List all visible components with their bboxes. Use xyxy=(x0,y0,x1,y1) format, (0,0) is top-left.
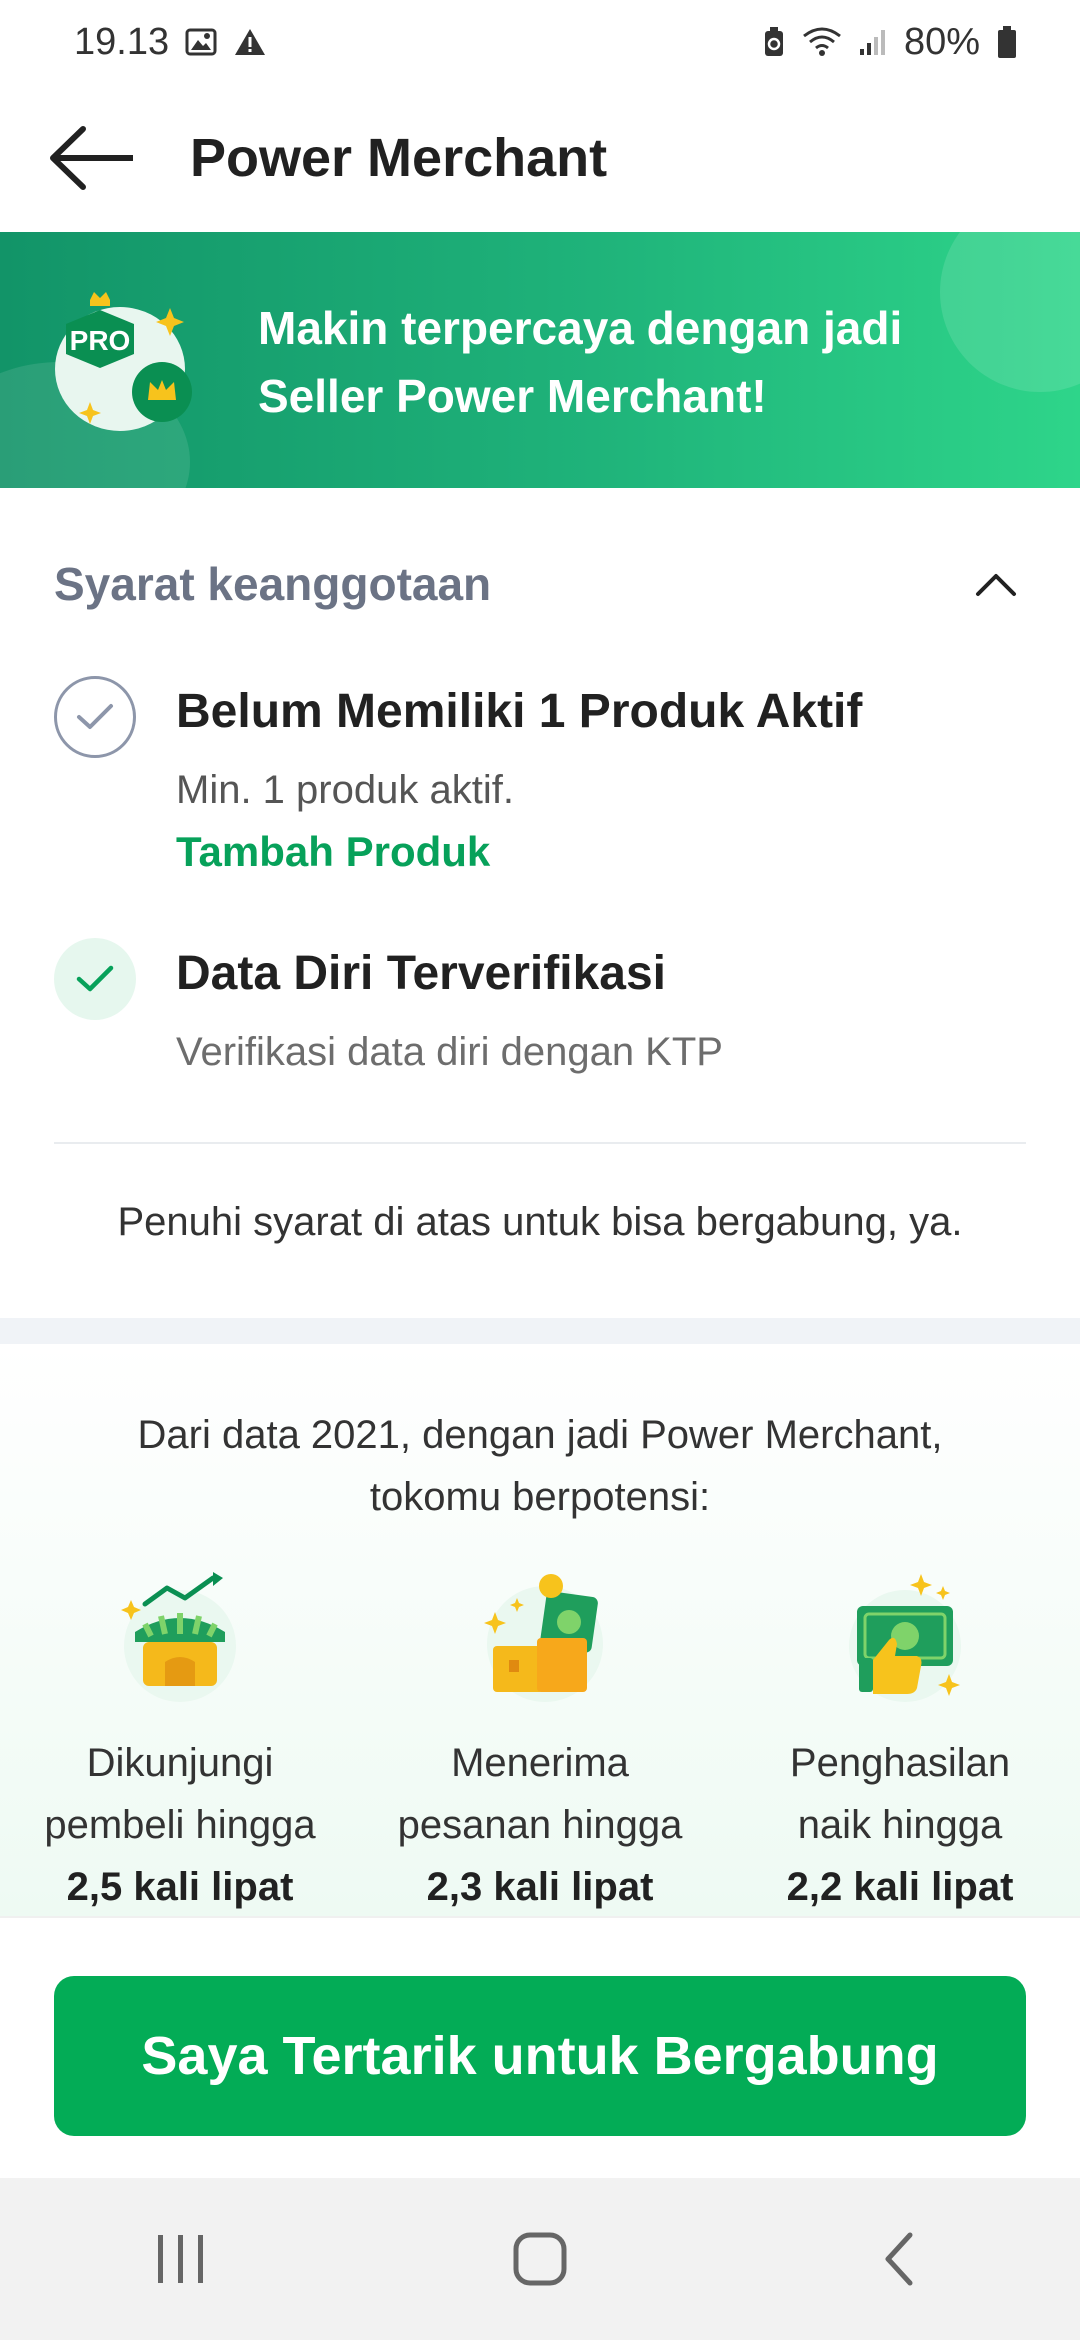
benefits-intro-line-2: tokomu berpotensi: xyxy=(369,1475,711,1519)
power-merchant-banner: PRO Makin terpercaya dengan jadi Seller … xyxy=(0,232,1080,488)
collapse-button[interactable] xyxy=(966,554,1026,614)
benefit-orders: Menerima pesanan hingga 2,3 kali lipat xyxy=(360,1564,720,1918)
orders-money-icon xyxy=(465,1564,615,1714)
requirement-title: Belum Memiliki 1 Produk Aktif xyxy=(176,685,863,738)
status-time: 19.13 xyxy=(74,20,170,63)
banner-line-1: Makin terpercaya dengan jadi xyxy=(258,302,903,354)
pro-badge-icon: PRO xyxy=(50,284,210,444)
pro-badge-label: PRO xyxy=(70,325,131,356)
benefit-visits: Dikunjungi pembeli hingga 2,5 kali lipat xyxy=(0,1564,360,1918)
benefit-line-2: pembeli hingga xyxy=(44,1803,316,1847)
chevron-up-icon xyxy=(976,574,1016,596)
chevron-left-icon xyxy=(885,2232,913,2286)
requirements-note: Penuhi syarat di atas untuk bisa bergabu… xyxy=(117,1200,963,1244)
signal-icon xyxy=(858,27,888,57)
requirement-description: Min. 1 produk aktif. xyxy=(176,768,514,812)
benefit-income: Penghasilan naik hingga 2,2 kali lipat xyxy=(720,1564,1080,1918)
requirement-active-product: Belum Memiliki 1 Produk Aktif Min. 1 pro… xyxy=(54,676,1026,886)
benefit-line-2: naik hingga xyxy=(797,1803,1003,1847)
requirement-status-done xyxy=(54,938,136,1020)
check-icon xyxy=(76,965,114,992)
benefits-intro: Dari data 2021, dengan jadi Power Mercha… xyxy=(0,1404,1080,1528)
benefit-line-1: Menerima xyxy=(451,1741,629,1785)
system-back-button[interactable] xyxy=(840,2209,960,2309)
join-button[interactable]: Saya Tertarik untuk Bergabung xyxy=(54,1976,1026,2136)
app-bar: Power Merchant xyxy=(0,84,1080,232)
income-thumbs-up-icon xyxy=(825,1564,975,1714)
membership-header[interactable]: Syarat keanggotaan xyxy=(54,544,1026,624)
membership-title: Syarat keanggotaan xyxy=(54,558,492,610)
battery-icon xyxy=(996,25,1018,59)
requirement-description: Verifikasi data diri dengan KTP xyxy=(176,1030,723,1074)
benefit-highlight: 2,2 kali lipat xyxy=(786,1865,1014,1909)
battery-saver-icon xyxy=(762,26,786,58)
benefit-line-2: pesanan hingga xyxy=(397,1803,683,1847)
benefit-highlight: 2,5 kali lipat xyxy=(66,1865,294,1909)
wifi-icon xyxy=(802,26,842,58)
page-title: Power Merchant xyxy=(190,128,608,188)
recent-apps-button[interactable] xyxy=(120,2209,240,2309)
status-left: 19.13 xyxy=(74,21,267,64)
warning-icon xyxy=(233,27,267,57)
image-icon xyxy=(185,27,217,57)
battery-percent: 80% xyxy=(903,20,980,63)
status-right: 80% xyxy=(762,21,1018,64)
banner-line-2: Seller Power Merchant! xyxy=(258,370,767,422)
requirement-identity-verified: Data Diri Terverifikasi Verifikasi data … xyxy=(54,938,1026,1098)
add-product-link[interactable]: Tambah Produk xyxy=(176,828,490,876)
requirement-status-pending xyxy=(54,676,136,758)
check-icon xyxy=(77,704,113,729)
home-icon xyxy=(513,2232,567,2286)
back-button[interactable] xyxy=(42,108,142,208)
system-navigation-bar xyxy=(0,2178,1080,2340)
benefits-section: Dari data 2021, dengan jadi Power Mercha… xyxy=(0,1344,1080,1916)
benefit-highlight: 2,3 kali lipat xyxy=(426,1865,654,1909)
divider xyxy=(54,1142,1026,1144)
benefits-intro-line-1: Dari data 2021, dengan jadi Power Mercha… xyxy=(137,1413,943,1457)
section-separator xyxy=(0,1318,1080,1344)
benefit-line-1: Dikunjungi xyxy=(86,1741,274,1785)
shop-growth-icon xyxy=(105,1564,255,1714)
banner-text: Makin terpercaya dengan jadi Seller Powe… xyxy=(258,294,1018,430)
home-button[interactable] xyxy=(480,2209,600,2309)
arrow-left-icon xyxy=(50,126,133,190)
benefit-line-1: Penghasilan xyxy=(789,1741,1011,1785)
status-bar: 19.13 80% xyxy=(0,0,1080,84)
requirement-title: Data Diri Terverifikasi xyxy=(176,947,667,1000)
recent-apps-icon xyxy=(158,2235,203,2283)
footer: Saya Tertarik untuk Bergabung xyxy=(0,1916,1080,2176)
